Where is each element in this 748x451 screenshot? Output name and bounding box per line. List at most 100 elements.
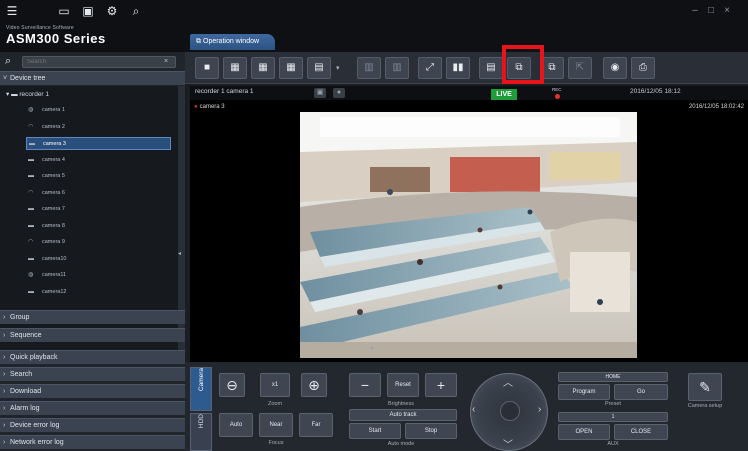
focus-far-button[interactable]: Far <box>299 413 333 437</box>
tree-item-label: camera 1 <box>42 107 65 113</box>
section-device-tree[interactable]: ˅ Device tree <box>0 71 185 85</box>
layout-9-button[interactable]: ▦ <box>251 57 275 79</box>
aux-open-button[interactable]: OPEN <box>558 424 610 440</box>
tree-item-camera[interactable]: ▬ camera10 <box>26 253 171 266</box>
chevron-right-icon: › <box>3 388 6 395</box>
tree-item-camera[interactable]: ▬ camera 3 <box>26 137 171 150</box>
box-camera-icon: ▬ <box>28 222 34 229</box>
joystick-center[interactable] <box>500 401 520 421</box>
sequence-next-button[interactable]: ▥ <box>385 57 409 79</box>
aux-select[interactable]: 1 <box>558 412 668 422</box>
lock-icon[interactable]: ▣ <box>314 88 326 98</box>
chevron-down-icon: ˅ <box>3 75 8 82</box>
tree-item-label: camera 5 <box>42 173 65 179</box>
zoom-out-button[interactable]: ⊖ <box>219 373 245 397</box>
sequence-prev-button[interactable]: ▥ <box>357 57 381 79</box>
search-row: ⌕ × <box>0 54 185 70</box>
brightness-reset-button[interactable]: Reset <box>387 373 419 397</box>
tree-item-camera[interactable]: ◍ camera11 <box>26 269 171 282</box>
section-sequence[interactable]: › Sequence <box>0 328 185 342</box>
section-search[interactable]: › Search <box>0 367 185 381</box>
section-device-error-log[interactable]: › Device error log <box>0 418 185 432</box>
event-button[interactable]: ▤ <box>479 57 503 79</box>
focus-near-button[interactable]: Near <box>259 413 293 437</box>
close-button[interactable]: × <box>720 4 734 18</box>
clear-icon[interactable]: × <box>164 58 168 65</box>
chevron-right-icon[interactable]: › <box>538 404 541 415</box>
zoom-in-button[interactable]: ⊕ <box>301 373 327 397</box>
gear-icon[interactable]: ⚙ <box>105 4 119 18</box>
tree-item-camera[interactable]: ▬ camera12 <box>26 286 171 299</box>
tree-item-camera[interactable]: ◠ camera 6 <box>26 187 171 200</box>
minimize-button[interactable]: – <box>688 4 702 18</box>
expand-icon[interactable]: ▾ <box>6 91 9 98</box>
search-icon[interactable]: ⌕ <box>129 4 143 18</box>
zoom-in-icon: ⊕ <box>308 377 320 393</box>
info-icon[interactable]: ● <box>333 88 345 98</box>
camera-setup-button[interactable]: ✎ <box>688 373 722 401</box>
chevron-down-icon[interactable]: ﹀ <box>503 436 513 451</box>
box-camera-icon: ▬ <box>28 206 34 212</box>
layout-dropdown-icon[interactable]: ▾ <box>336 64 340 72</box>
export-button[interactable]: ⇱ <box>568 57 592 79</box>
chevron-up-icon[interactable]: ︿ <box>503 374 513 389</box>
focus-auto-button[interactable]: Auto <box>219 413 253 437</box>
tree-item-label: camera 7 <box>42 206 65 212</box>
tree-root-label: recorder 1 <box>19 91 50 98</box>
section-label: Search <box>10 371 33 378</box>
layout-16-button[interactable]: ▦ <box>279 57 303 79</box>
auto-mode-start-button[interactable]: Start <box>349 423 401 439</box>
section-network-error-log[interactable]: › Network error log <box>0 435 185 449</box>
tree-item-camera[interactable]: ◠ camera 9 <box>26 236 171 249</box>
section-alarm-log[interactable]: › Alarm log <box>0 401 185 415</box>
menu-icon[interactable]: ☰ <box>5 4 19 18</box>
section-group[interactable]: › Group <box>0 310 185 324</box>
preset-select[interactable]: HOME <box>558 372 668 382</box>
print-button[interactable]: ⎙ <box>631 57 655 79</box>
layout-4-button[interactable]: ▦ <box>223 57 247 79</box>
layout-1-button[interactable]: ■ <box>195 57 219 79</box>
section-quick-playback[interactable]: › Quick playback <box>0 350 185 364</box>
rec-indicator <box>555 94 560 99</box>
camera-setup-label: Camera setup <box>687 403 723 409</box>
live-badge: LIVE <box>491 89 517 100</box>
brightness-plus-button[interactable]: + <box>425 373 457 397</box>
auto-mode-stop-button[interactable]: Stop <box>405 423 457 439</box>
tree-item-label: camera 9 <box>42 239 65 245</box>
tree-item-label: camera10 <box>42 255 67 262</box>
tab-operation-window[interactable]: ⧉ Operation window <box>190 34 276 50</box>
snapshot-button[interactable]: ◉ <box>603 57 627 79</box>
preset-go-button[interactable]: Go <box>614 384 668 400</box>
zoom-x1-button[interactable]: x1 <box>260 373 290 397</box>
monitor-icon[interactable]: ▭ <box>57 4 71 18</box>
brightness-minus-button[interactable]: − <box>349 373 381 397</box>
video-viewer[interactable]: ● camera 3 2016/12/05 18:02:42 ▴ <box>190 100 748 362</box>
tree-item-camera[interactable]: ◠ camera 2 <box>26 121 171 134</box>
window-icon: ⧉ <box>196 38 201 45</box>
audio-button[interactable]: ▮▮ <box>446 57 470 79</box>
tab-hdd[interactable]: HDD <box>190 413 212 451</box>
chevron-left-icon[interactable]: ‹ <box>472 404 475 415</box>
layout-more-button[interactable]: ▤ <box>307 57 331 79</box>
tree-root-recorder[interactable]: ▾ ▬ recorder 1 <box>6 90 49 98</box>
dome-camera-icon: ◠ <box>28 239 34 245</box>
tree-item-camera[interactable]: ▬ camera 8 <box>26 220 171 233</box>
tree-item-camera[interactable]: ▬ camera 7 <box>26 203 171 216</box>
panel-resize-handle[interactable]: ▴ <box>370 343 378 355</box>
tree-item-camera[interactable]: ▬ camera 5 <box>26 170 171 183</box>
camera-video-image[interactable] <box>300 112 637 358</box>
section-label: Alarm log <box>10 405 40 412</box>
ptz-camera-icon: ◍ <box>28 272 34 278</box>
restore-button[interactable]: □ <box>704 4 718 18</box>
tree-item-camera[interactable]: ◍ camera 1 <box>26 104 171 117</box>
preset-program-button[interactable]: Program <box>558 384 610 400</box>
screen-layout-icon[interactable]: ▣ <box>81 4 95 18</box>
aux-close-button[interactable]: CLOSE <box>614 424 668 440</box>
tab-camera[interactable]: Camera <box>190 367 212 411</box>
collapse-sidebar-icon[interactable]: ◂ <box>178 250 181 257</box>
auto-mode-select[interactable]: Auto track <box>349 409 457 421</box>
tree-item-camera[interactable]: ▬ camera 4 <box>26 154 171 167</box>
search-input[interactable] <box>22 56 176 68</box>
fullscreen-button[interactable]: ⤢ <box>418 57 442 79</box>
section-download[interactable]: › Download <box>0 384 185 398</box>
